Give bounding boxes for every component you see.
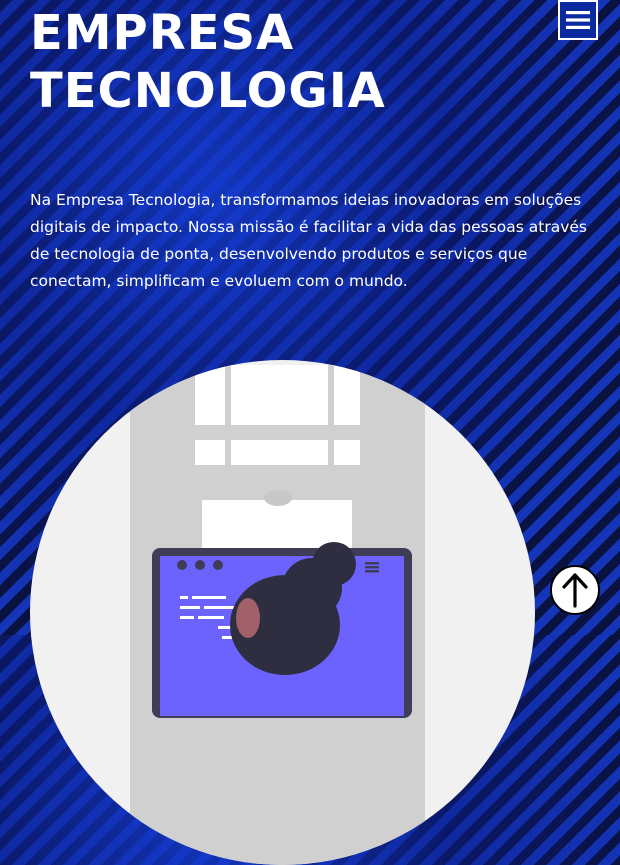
hamburger-menu-icon xyxy=(566,11,590,29)
hero-illustration xyxy=(30,360,535,865)
person-laptop-illustration xyxy=(130,365,425,865)
menu-button[interactable] xyxy=(558,0,598,40)
title-line-1: EMPRESA xyxy=(30,5,295,61)
hero-description: Na Empresa Tecnologia, transformamos ide… xyxy=(30,191,587,290)
page-title: EMPRESA TECNOLOGIA xyxy=(30,4,386,120)
arrow-up-icon xyxy=(562,573,588,608)
title-line-2: TECNOLOGIA xyxy=(30,63,386,119)
scroll-to-top-button[interactable] xyxy=(550,565,600,615)
